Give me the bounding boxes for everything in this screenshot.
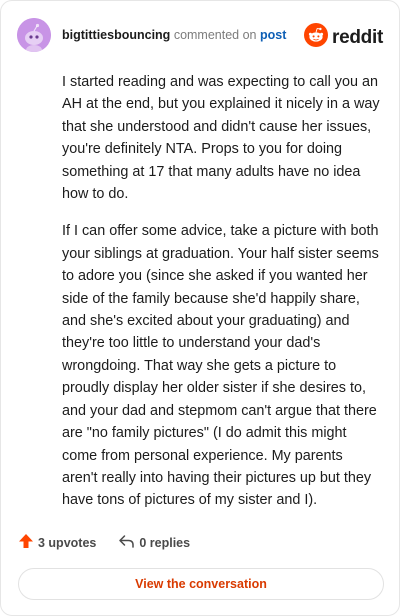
reddit-wordmark: reddit	[332, 26, 383, 48]
reply-count: 0 replies	[139, 535, 191, 550]
comment-meta: bigtittiesbouncing commented on post	[62, 27, 286, 43]
comment-paragraph: If I can offer some advice, take a pictu…	[62, 223, 379, 509]
post-link[interactable]: post	[260, 28, 286, 42]
snoo-avatar-icon[interactable]	[17, 18, 51, 52]
reply-arrow-icon	[118, 533, 135, 552]
comment-actions: 3 upvotes 0 replies	[18, 533, 190, 552]
comment-body: I started reading and was expecting to c…	[62, 71, 381, 527]
comment-paragraph: I started reading and was expecting to c…	[62, 74, 380, 203]
reply-button[interactable]: 0 replies	[118, 533, 190, 552]
upvote-count: 3 upvotes	[38, 535, 97, 550]
username[interactable]: bigtittiesbouncing	[62, 28, 170, 42]
reddit-logo-icon	[304, 23, 329, 52]
reddit-brand[interactable]: reddit	[304, 23, 383, 52]
upvote-button[interactable]: 3 upvotes	[18, 533, 96, 552]
commented-on-text: commented on	[173, 28, 257, 42]
comment-header: bigtittiesbouncing commented on post red…	[17, 17, 383, 53]
comment-embed-card: bigtittiesbouncing commented on post red…	[0, 0, 400, 616]
view-conversation-button[interactable]: View the conversation	[18, 568, 384, 600]
upvote-arrow-icon	[18, 533, 34, 552]
